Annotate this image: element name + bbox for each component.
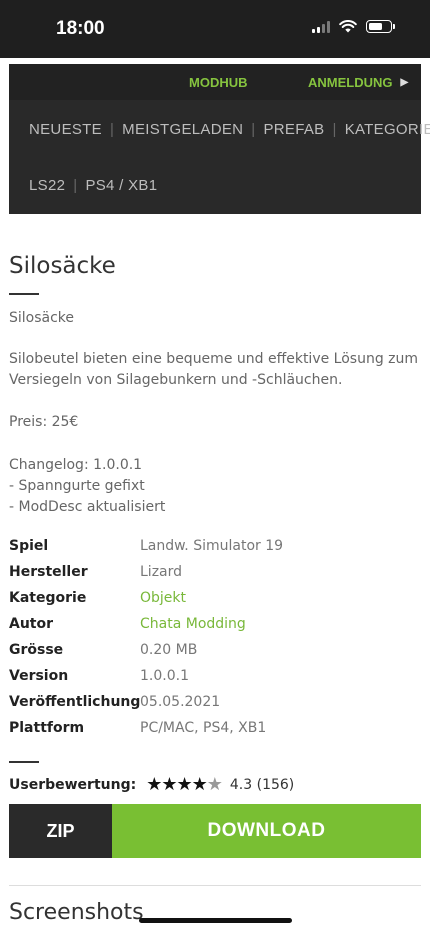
nav-top-row: MODHUB ANMELDUNG ▶	[9, 64, 421, 100]
user-rating: Userbewertung: ★★★★★ 4.3 (156)	[9, 774, 294, 795]
download-bar: ZIP DOWNLOAD	[9, 804, 421, 858]
spec-row-version: Version 1.0.0.1	[9, 663, 421, 689]
mod-subtitle: Silosäcke	[9, 310, 75, 326]
download-button[interactable]: DOWNLOAD	[112, 804, 421, 858]
status-time: 18:00	[56, 18, 105, 39]
status-icons	[312, 20, 395, 33]
spec-row-groesse: Grösse 0.20 MB	[9, 637, 421, 663]
changelog-heading: Changelog: 1.0.0.1	[9, 457, 143, 473]
changelog-item: - ModDesc aktualisiert	[9, 499, 166, 515]
rating-stars-icon: ★★★★★	[146, 774, 223, 795]
mod-description: Silobeutel bieten eine bequeme und effek…	[9, 351, 419, 388]
nav-item-prefab[interactable]: PREFAB	[263, 121, 324, 138]
battery-icon	[366, 20, 395, 33]
nav-separator: |	[251, 121, 256, 138]
spec-value: Lizard	[140, 564, 183, 580]
login-label: ANMELDUNG	[308, 75, 393, 90]
spec-key: Grösse	[9, 642, 64, 658]
modhub-link[interactable]: MODHUB	[189, 75, 248, 90]
section-divider	[9, 885, 421, 886]
changelog: Changelog: 1.0.0.1 - Spanngurte gefixt -…	[9, 455, 421, 518]
mod-title: Silosäcke	[9, 253, 116, 279]
author-link[interactable]: Chata Modding	[140, 616, 246, 632]
spec-table: Spiel Landw. Simulator 19 Hersteller Liz…	[9, 533, 421, 741]
spec-row-hersteller: Hersteller Lizard	[9, 559, 421, 585]
rating-score: 4.3 (156)	[229, 776, 295, 793]
nav-separator: |	[332, 121, 337, 138]
home-indicator[interactable]	[139, 918, 292, 923]
site-navigation: MODHUB ANMELDUNG ▶ NEUESTE | MEISTGELADE…	[9, 64, 430, 214]
nav-item-kategorie[interactable]: KATEGORIE	[345, 121, 430, 138]
nav-item-ps4-xb1[interactable]: PS4 / XB1	[85, 177, 157, 194]
screenshots-heading: Screenshots	[9, 900, 144, 925]
spec-divider	[9, 761, 39, 763]
spec-row-veroeffentlichung: Veröffentlichung 05.05.2021	[9, 689, 421, 715]
spec-row-autor: Autor Chata Modding	[9, 611, 421, 637]
spec-key: Kategorie	[9, 590, 87, 606]
spec-key: Plattform	[9, 720, 85, 736]
nav-item-ls22[interactable]: LS22	[29, 177, 65, 194]
signal-icon	[312, 20, 330, 33]
nav-separator: |	[109, 121, 115, 138]
changelog-item: - Spanngurte gefixt	[9, 478, 145, 494]
zip-button[interactable]: ZIP	[9, 804, 112, 858]
mod-price: Preis: 25€	[9, 414, 79, 430]
rating-label: Userbewertung:	[9, 776, 137, 793]
spec-value: 0.20 MB	[140, 642, 198, 658]
spec-key: Version	[9, 668, 69, 684]
spec-row-kategorie: Kategorie Objekt	[9, 585, 421, 611]
spec-key: Autor	[9, 616, 54, 632]
category-link[interactable]: Objekt	[140, 590, 186, 606]
spec-value: 05.05.2021	[140, 694, 221, 710]
nav-item-neueste[interactable]: NEUESTE	[29, 121, 102, 138]
nav-menu-row: NEUESTE | MEISTGELADEN | PREFAB | KATEGO…	[29, 121, 430, 138]
nav-platform-row: LS22 | PS4 / XB1	[29, 177, 157, 194]
spec-row-spiel: Spiel Landw. Simulator 19	[9, 533, 421, 559]
spec-key: Veröffentlichung	[9, 694, 141, 710]
spec-value: PC/MAC, PS4, XB1	[140, 720, 267, 736]
nav-separator: |	[73, 177, 78, 194]
spec-key: Hersteller	[9, 564, 88, 580]
play-arrow-icon: ▶	[400, 77, 409, 88]
spec-key: Spiel	[9, 538, 49, 554]
spec-value: Landw. Simulator 19	[140, 538, 284, 554]
spec-row-plattform: Plattform PC/MAC, PS4, XB1	[9, 715, 421, 741]
status-bar: 18:00	[0, 0, 430, 58]
wifi-icon	[339, 20, 357, 33]
spec-value: 1.0.0.1	[140, 668, 189, 684]
nav-item-meistgeladen[interactable]: MEISTGELADEN	[122, 121, 243, 138]
login-link[interactable]: ANMELDUNG ▶	[308, 75, 408, 90]
title-divider	[9, 293, 39, 295]
